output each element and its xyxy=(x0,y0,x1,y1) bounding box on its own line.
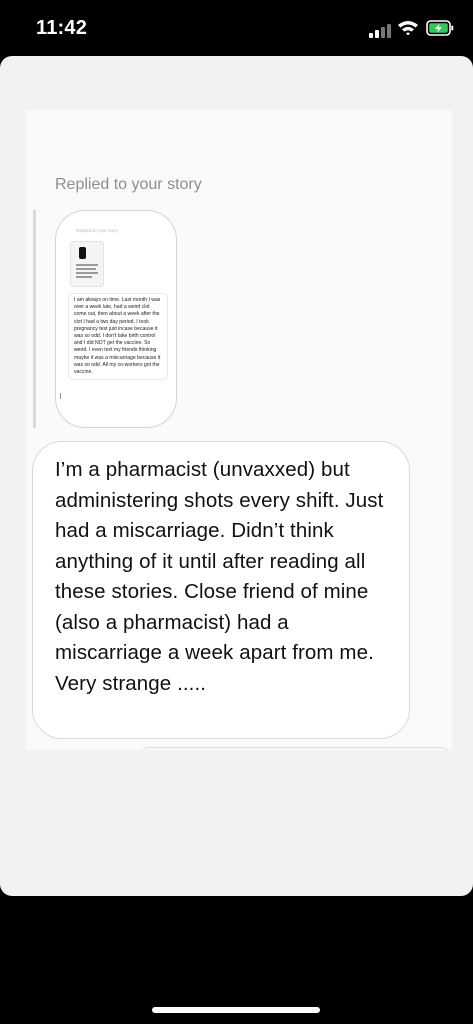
home-indicator[interactable] xyxy=(152,1007,320,1013)
story-preview-card[interactable]: Replied to your story I am always on tim… xyxy=(55,210,177,428)
message-text: I’m a pharmacist (unvaxxed) but administ… xyxy=(55,458,384,695)
story-preview-text: I am always on time. Last month I was ov… xyxy=(68,293,168,381)
battery-charging-icon xyxy=(426,20,454,36)
cellular-signal-icon xyxy=(369,24,391,38)
message-bubble[interactable]: I’m a pharmacist (unvaxxed) but administ… xyxy=(32,441,410,739)
story-thumbnail xyxy=(70,241,104,287)
quote-bar xyxy=(33,210,36,428)
story-preview-header: Replied to your story xyxy=(76,228,119,233)
story-reply-label: Replied to your story xyxy=(55,176,202,193)
next-message-bubble xyxy=(140,747,450,756)
status-bar: 11:42 xyxy=(0,0,473,56)
wifi-icon xyxy=(398,21,418,36)
status-time: 11:42 xyxy=(36,17,88,39)
